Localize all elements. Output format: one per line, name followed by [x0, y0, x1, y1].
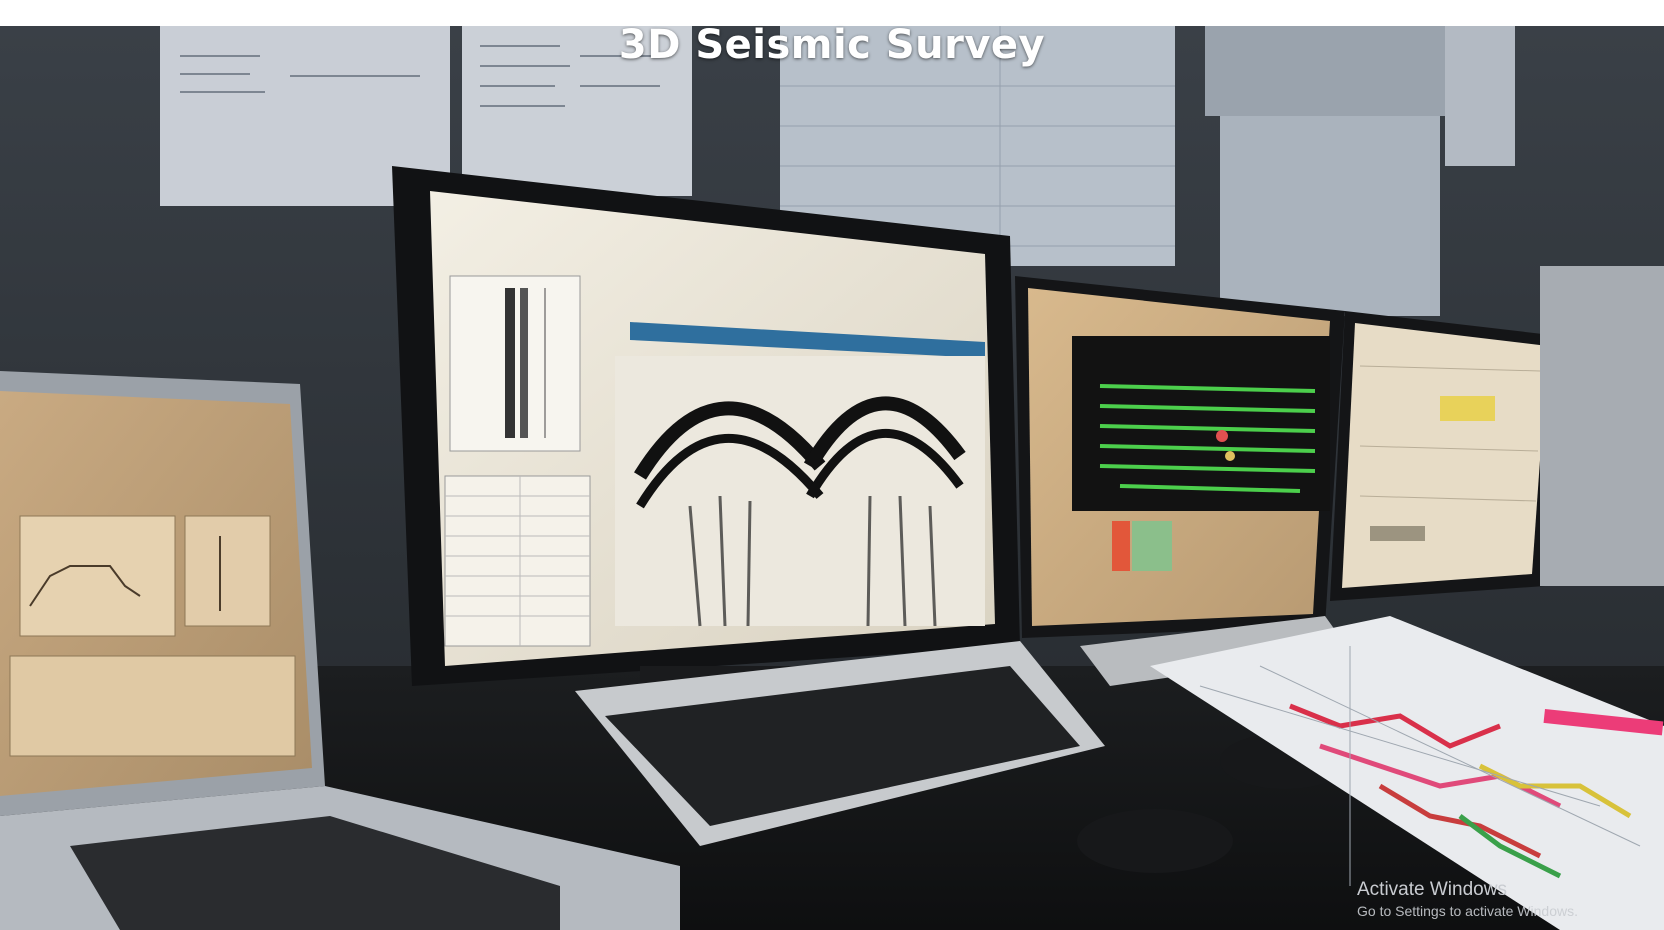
- center-monitor: [392, 166, 1020, 686]
- activate-windows-watermark: Activate Windows Go to Settings to activ…: [1357, 878, 1578, 920]
- watermark-subtitle: Go to Settings to activate Windows.: [1357, 903, 1578, 919]
- slide-frame: 3D Seismic Survey Activate Windows Go to…: [0, 0, 1664, 930]
- second-monitor: [1015, 276, 1345, 638]
- third-monitor: [1330, 311, 1560, 601]
- watermark-title: Activate Windows: [1357, 879, 1507, 900]
- slide-title: 3D Seismic Survey: [618, 22, 1046, 68]
- seismic-control-room-photo: [0, 26, 1664, 930]
- cabinet: [1540, 266, 1664, 586]
- mouse-center: [1077, 809, 1233, 873]
